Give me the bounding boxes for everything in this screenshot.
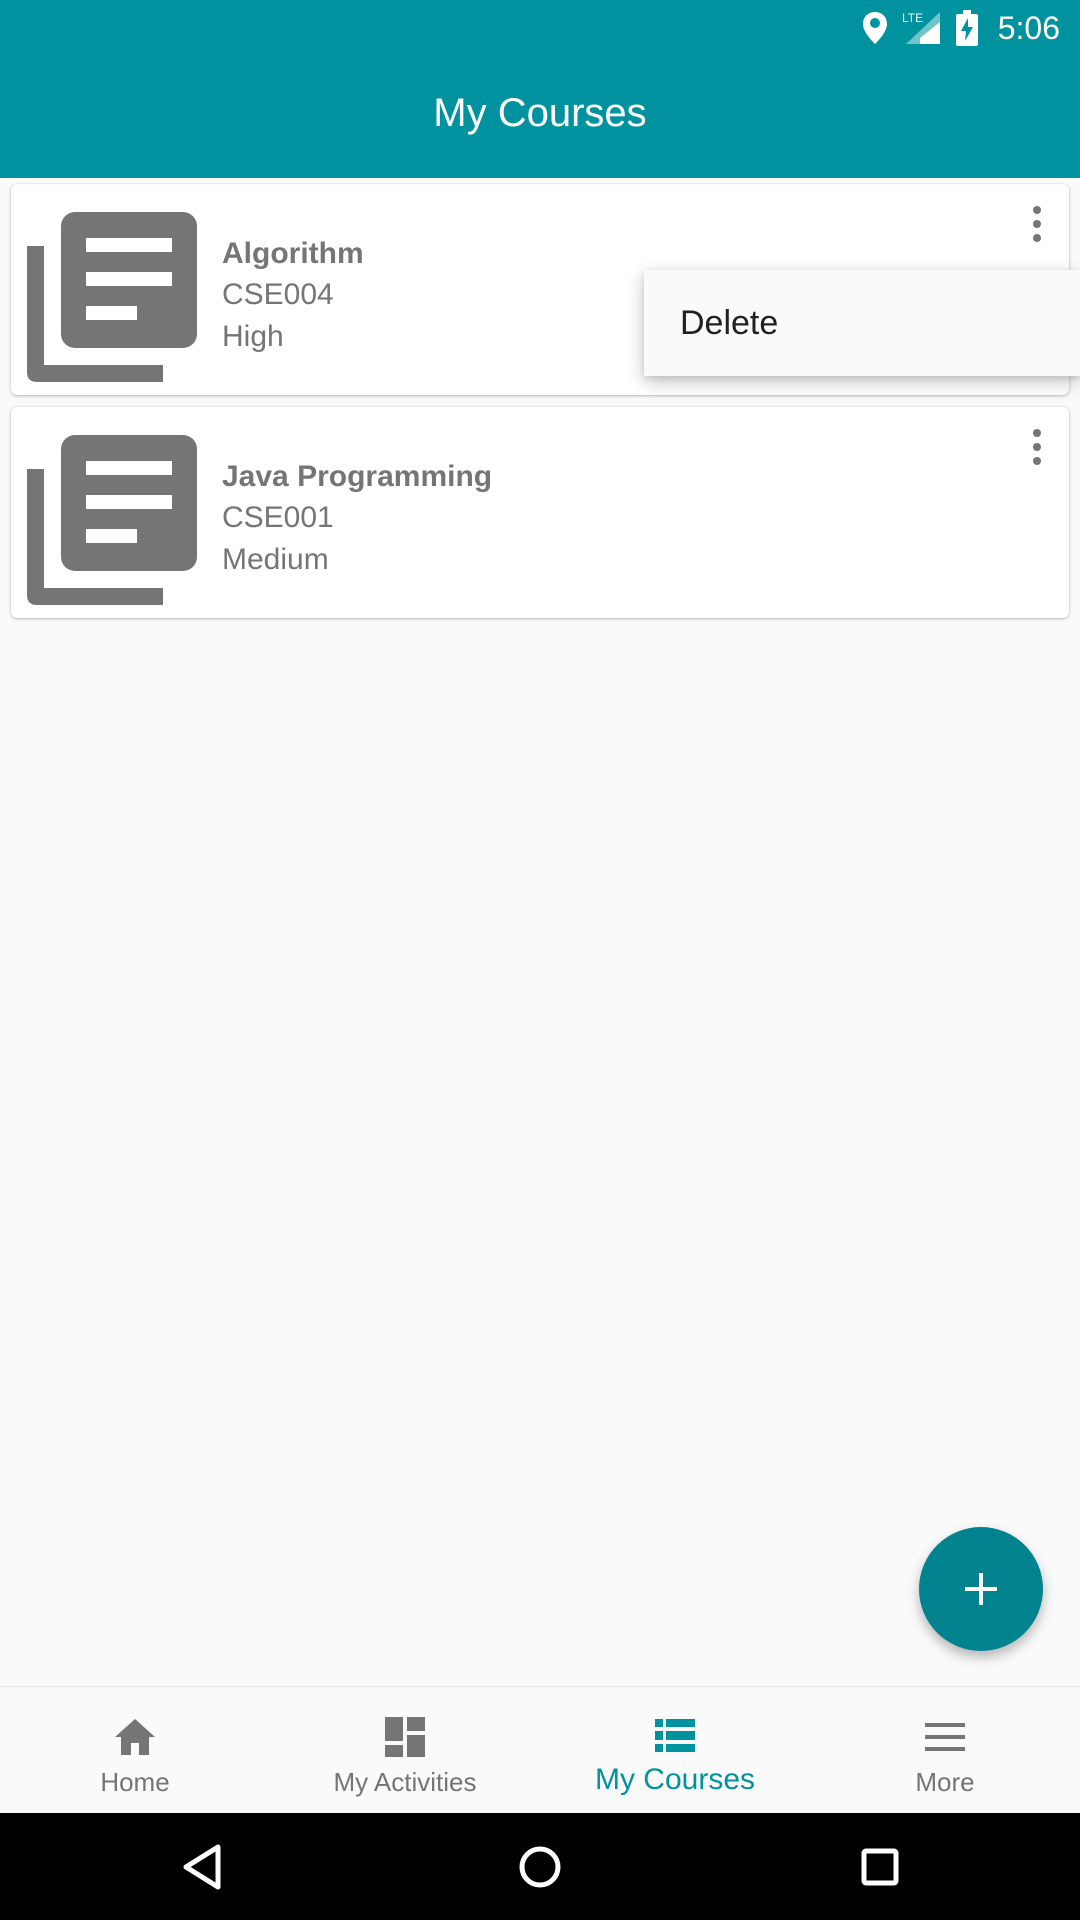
nav-item-more[interactable]: More — [810, 1687, 1080, 1813]
menu-icon — [925, 1723, 965, 1751]
course-code: CSE004 — [222, 278, 334, 311]
more-vert-icon — [1033, 429, 1041, 437]
location-icon — [862, 12, 887, 44]
network-type-label: LTE — [902, 11, 923, 25]
bottom-navigation: Home My Activities My Courses More — [0, 1686, 1080, 1813]
nav-label: My Courses — [594, 1763, 756, 1796]
nav-label: More — [915, 1767, 975, 1797]
popup-menu: Delete — [644, 270, 1080, 376]
nav-item-home[interactable]: Home — [0, 1687, 270, 1813]
page-title: My Courses — [433, 90, 647, 135]
recents-button[interactable] — [844, 1831, 916, 1903]
more-options-button[interactable] — [1019, 423, 1055, 471]
course-card[interactable]: Java Programming CSE001 Medium — [11, 407, 1069, 618]
nav-item-my-courses[interactable]: My Courses — [540, 1687, 810, 1813]
course-priority: High — [222, 320, 284, 353]
course-code: CSE001 — [222, 501, 334, 534]
battery-charging-icon — [955, 10, 978, 46]
app-bar: My Courses — [0, 56, 1080, 178]
more-options-button[interactable] — [1019, 200, 1055, 248]
recents-icon — [861, 1848, 899, 1886]
course-name: Algorithm — [222, 237, 364, 270]
nav-item-my-activities[interactable]: My Activities — [270, 1687, 540, 1813]
more-vert-icon — [1033, 206, 1041, 214]
add-course-button[interactable] — [919, 1527, 1043, 1651]
list-icon — [655, 1719, 695, 1752]
course-library-icon — [27, 212, 197, 382]
home-circle-icon — [519, 1846, 561, 1888]
nav-label: Home — [100, 1767, 170, 1797]
plus-icon — [965, 1573, 997, 1605]
dashboard-icon — [385, 1717, 425, 1757]
back-icon — [183, 1844, 221, 1890]
course-info: Java Programming CSE001 Medium — [222, 457, 492, 581]
signal-icon: LTE — [902, 11, 940, 44]
course-name: Java Programming — [222, 460, 493, 493]
course-library-icon — [27, 435, 197, 605]
menu-item-delete[interactable]: Delete — [644, 304, 1080, 343]
home-button[interactable] — [504, 1831, 576, 1903]
course-priority: Medium — [222, 543, 329, 576]
home-icon — [115, 1719, 155, 1755]
course-info: Algorithm CSE004 High — [222, 234, 364, 358]
system-navigation-bar — [0, 1813, 1080, 1920]
status-bar: LTE 5:06 — [0, 0, 1080, 56]
back-button[interactable] — [166, 1831, 238, 1903]
status-time: 5:06 — [997, 9, 1060, 46]
nav-label: My Activities — [333, 1767, 477, 1797]
